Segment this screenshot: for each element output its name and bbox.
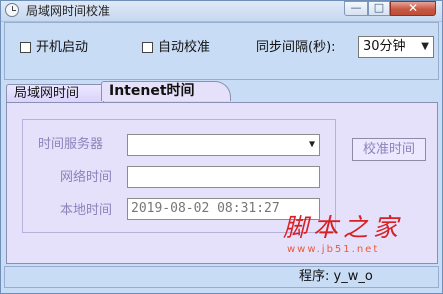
chevron-down-icon[interactable]: ▼ (421, 37, 429, 57)
watermark-logo: 脚本之家 (283, 213, 404, 242)
minimize-button[interactable]: — (344, 1, 368, 16)
auto-calibrate-checkbox[interactable]: 自动校准 (142, 39, 210, 57)
close-button[interactable]: ✕ (390, 1, 436, 16)
maximize-button[interactable]: □ (368, 1, 390, 16)
app-window: 局域网时间校准 — □ ✕ 开机启动 自动校准 同步间隔(秒): 30分钟 ▼ … (0, 0, 443, 294)
network-time-label: 网络时间 (60, 170, 113, 185)
checkbox-box[interactable] (142, 42, 153, 53)
settings-panel: 开机启动 自动校准 同步间隔(秒): 30分钟 ▼ (4, 22, 439, 80)
tab-bar: 局域网时间 Intenet时间 (6, 81, 438, 103)
status-text: 程序: y_w_o (299, 269, 373, 284)
window-title: 局域网时间校准 (26, 4, 111, 18)
local-time-label: 本地时间 (60, 203, 113, 218)
sync-interval-select[interactable]: 30分钟 ▼ (358, 36, 434, 58)
title-bar: 局域网时间校准 — □ ✕ (1, 1, 442, 22)
startup-checkbox[interactable]: 开机启动 (20, 39, 88, 57)
startup-label: 开机启动 (36, 40, 89, 55)
sync-interval-label: 同步间隔(秒): (256, 40, 336, 55)
sync-interval-value: 30分钟 (363, 39, 406, 54)
calibrate-time-button[interactable]: 校准时间 (352, 138, 426, 161)
status-bar: 程序: y_w_o (4, 266, 439, 288)
clock-icon (5, 3, 19, 17)
tab-lan-time[interactable]: 局域网时间 (6, 84, 104, 102)
time-server-label: 时间服务器 (38, 137, 104, 152)
checkbox-box[interactable] (20, 42, 31, 53)
time-server-select[interactable]: ▼ (127, 134, 320, 156)
chevron-down-icon[interactable]: ▼ (309, 135, 315, 155)
auto-calibrate-label: 自动校准 (158, 40, 211, 55)
watermark-url: www.jb51.net (287, 244, 380, 255)
network-time-field[interactable] (127, 166, 320, 188)
tab-internet-time[interactable]: Intenet时间 (101, 81, 231, 101)
